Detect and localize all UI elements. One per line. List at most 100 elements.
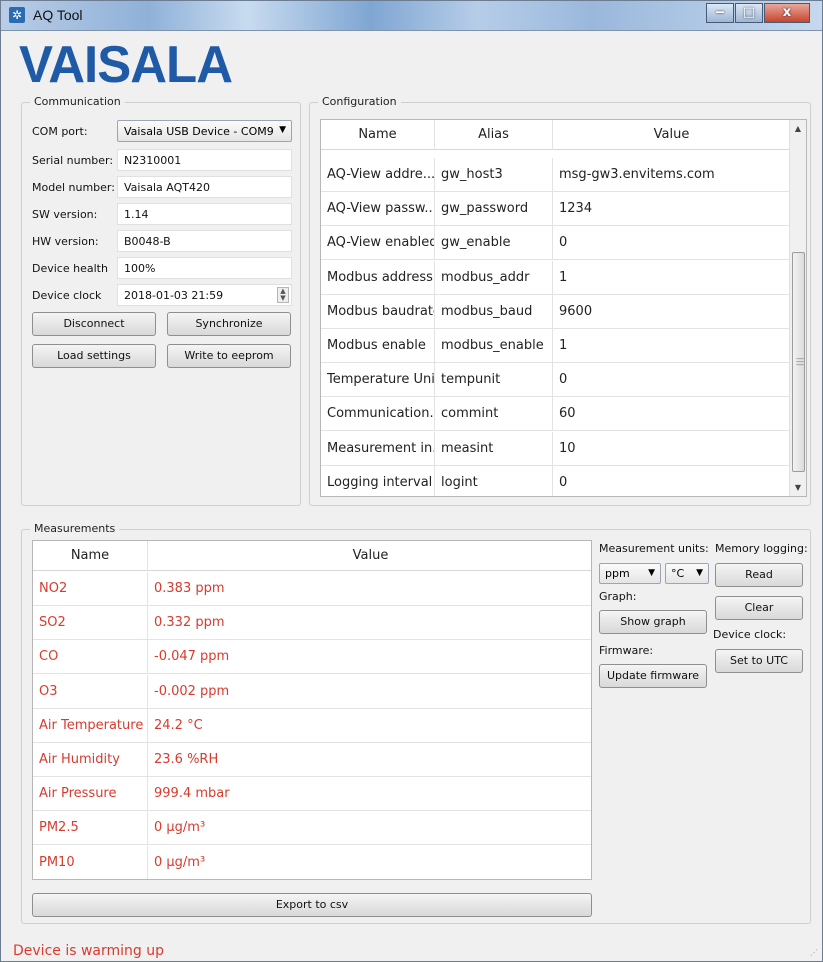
configuration-table-header: Name Alias Value: [321, 120, 806, 150]
config-cell-name: Measurement in...: [321, 431, 435, 466]
config-cell-name: Logging interval: [321, 465, 435, 496]
disconnect-button[interactable]: Disconnect: [32, 312, 156, 336]
temperature-unit-value: °C: [671, 567, 685, 580]
com-port-value: Vaisala USB Device - COM9: [124, 125, 274, 138]
config-cell-alias: tempunit: [435, 363, 553, 398]
measurement-value: 23.6 %RH: [154, 752, 219, 767]
configuration-scrollbar[interactable]: ▲ — — — ▼: [789, 120, 806, 496]
write-eeprom-button[interactable]: Write to eeprom: [167, 344, 291, 368]
clear-button[interactable]: Clear: [715, 596, 803, 620]
measurement-value: 0.383 ppm: [154, 581, 225, 596]
scroll-thumb[interactable]: — — —: [792, 252, 805, 472]
meas-col-value[interactable]: Value: [148, 541, 591, 571]
config-cell-alias: modbus_enable: [435, 329, 553, 363]
synchronize-button[interactable]: Synchronize: [167, 312, 291, 336]
config-cell-alias: gw_enable: [435, 226, 553, 261]
config-row[interactable]: AQ-View enabled gw_enable 0: [321, 226, 791, 261]
read-button[interactable]: Read: [715, 563, 803, 587]
measurement-name: O3: [33, 674, 148, 709]
update-firmware-button[interactable]: Update firmware: [599, 664, 707, 688]
config-cell-alias: commint: [435, 397, 553, 432]
config-row[interactable]: Modbus address modbus_addr 1: [321, 260, 791, 295]
close-button[interactable]: x: [764, 3, 810, 23]
sw-version-field[interactable]: 1.14: [117, 203, 292, 225]
config-cell-name: Modbus enable: [321, 329, 435, 363]
config-cell-name: Modbus baudrate: [321, 294, 435, 329]
config-col-name[interactable]: Name: [321, 120, 435, 150]
measurement-value: -0.047 ppm: [154, 649, 230, 665]
scroll-down-icon[interactable]: ▼: [790, 479, 806, 496]
app-window: ✲ AQ Tool ‒ □ x VAISALA Communication CO…: [0, 0, 823, 962]
hw-version-label: HW version:: [32, 235, 99, 248]
model-number-label: Model number:: [32, 181, 115, 194]
config-cell-name: Temperature Unit: [321, 363, 435, 398]
serial-number-label: Serial number:: [32, 154, 114, 167]
config-col-value[interactable]: Value: [553, 120, 791, 150]
communication-legend: Communication: [30, 95, 125, 108]
measurement-row[interactable]: PM10 0 μg/m³: [33, 845, 591, 879]
config-cell-name: AQ-View addre...: [321, 158, 435, 192]
measurement-name: PM10: [33, 845, 148, 879]
minimize-button[interactable]: ‒: [706, 3, 734, 23]
app-gear-icon: ✲: [9, 7, 25, 23]
measurement-name: Air Pressure: [33, 777, 148, 812]
device-clock-value: 2018-01-03 21:59: [124, 289, 224, 302]
config-cell-alias: logint: [435, 465, 553, 496]
configuration-table[interactable]: Name Alias Value AQ-View addre... gw_host…: [320, 119, 807, 497]
measurement-row[interactable]: PM2.5 0 μg/m³: [33, 811, 591, 846]
maximize-button[interactable]: □: [735, 3, 763, 23]
concentration-unit-select[interactable]: ppm ▼: [599, 563, 661, 584]
config-row[interactable]: Measurement in... measint 10: [321, 431, 791, 466]
device-clock-side-label: Device clock:: [713, 628, 787, 641]
measurement-row[interactable]: O3 -0.002 ppm: [33, 674, 591, 709]
config-row[interactable]: Logging interval logint 0: [321, 465, 791, 496]
meas-col-name[interactable]: Name: [33, 541, 148, 571]
measurement-row[interactable]: Air Humidity 23.6 %RH: [33, 743, 591, 777]
measurement-name: Air Temperature: [33, 708, 148, 743]
config-row[interactable]: Modbus enable modbus_enable 1: [321, 329, 791, 363]
hw-version-field[interactable]: B0048-B: [117, 230, 292, 252]
measurement-row[interactable]: Air Pressure 999.4 mbar: [33, 777, 591, 812]
load-settings-button[interactable]: Load settings: [32, 344, 156, 368]
device-clock-field[interactable]: 2018-01-03 21:59 ▲ ▼: [117, 284, 292, 306]
device-clock-label: Device clock: [32, 289, 102, 302]
resize-grip-icon[interactable]: ⋰: [810, 948, 818, 957]
device-health-field[interactable]: 100%: [117, 257, 292, 279]
measurement-row[interactable]: CO -0.047 ppm: [33, 640, 591, 675]
config-cell-alias: gw_password: [435, 192, 553, 227]
status-text: Device is warming up: [13, 943, 164, 959]
config-row[interactable]: Temperature Unit tempunit 0: [321, 363, 791, 398]
firmware-label: Firmware:: [599, 644, 654, 657]
title-bar: ✲ AQ Tool ‒ □ x: [1, 1, 822, 31]
com-port-select[interactable]: Vaisala USB Device - COM9 ▼: [117, 120, 292, 142]
config-row[interactable]: Modbus baudrate modbus_baud 9600: [321, 294, 791, 329]
config-cell-alias: measint: [435, 431, 553, 466]
config-cell-alias: gw_host3: [435, 158, 553, 192]
measurement-row[interactable]: Air Temperature 24.2 °C: [33, 708, 591, 743]
serial-number-field[interactable]: N2310001: [117, 149, 292, 171]
vaisala-logo: VAISALA: [19, 36, 233, 94]
config-cell-value: 0: [553, 465, 791, 496]
temperature-unit-select[interactable]: °C ▼: [665, 563, 709, 584]
measurement-row[interactable]: SO2 0.332 ppm: [33, 606, 591, 641]
show-graph-button[interactable]: Show graph: [599, 610, 707, 634]
export-csv-button[interactable]: Export to csv: [32, 893, 592, 917]
measurements-table[interactable]: Name Value NO2 0.383 ppm SO2 0.332 ppm CO -0.…: [32, 540, 592, 880]
scroll-up-icon[interactable]: ▲: [790, 120, 806, 137]
model-number-field[interactable]: Vaisala AQT420: [117, 176, 292, 198]
spin-arrows-icon[interactable]: ▲ ▼: [277, 287, 289, 303]
measurements-table-header: Name Value: [33, 541, 591, 571]
measurements-group: Measurements Name Value NO2 0.383 ppm SO2 0…: [21, 522, 811, 924]
config-col-alias[interactable]: Alias: [435, 120, 553, 150]
set-utc-button[interactable]: Set to UTC: [715, 649, 803, 673]
config-row[interactable]: Communication... commint 60: [321, 397, 791, 432]
measurement-value: 0 μg/m³: [154, 820, 206, 836]
config-row[interactable]: AQ-View passw... gw_password 1234: [321, 192, 791, 227]
com-port-label: COM port:: [32, 125, 88, 138]
measurement-name: Air Humidity: [33, 743, 148, 777]
measurement-row[interactable]: NO2 0.383 ppm: [33, 572, 591, 606]
configuration-legend: Configuration: [318, 95, 401, 108]
config-row[interactable]: AQ-View addre... gw_host3 msg-gw3.envitems…: [321, 158, 791, 192]
config-cell-value: 9600: [553, 294, 791, 329]
config-cell-alias: modbus_addr: [435, 260, 553, 295]
